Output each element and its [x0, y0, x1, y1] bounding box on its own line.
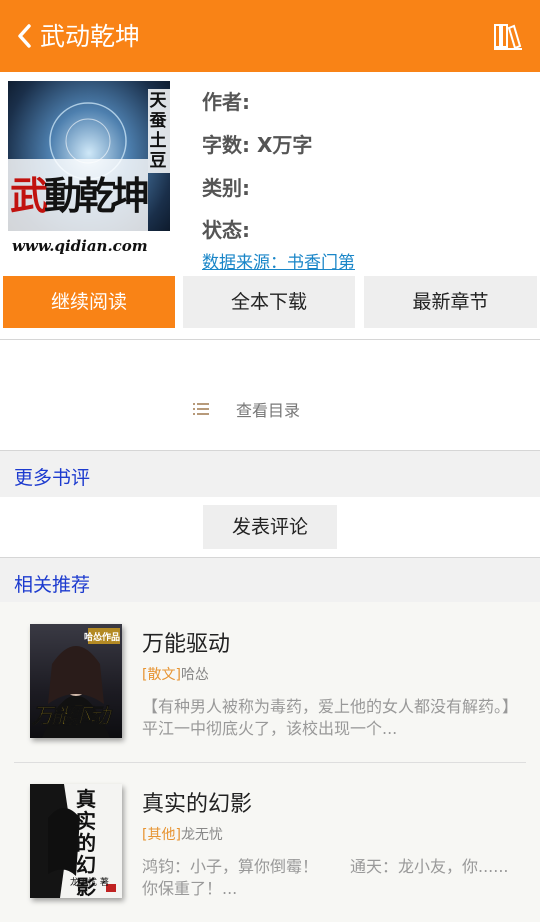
book-info: 天 蚕 土 豆 武動乾坤 www.qidian.com 作者: 字数: X万字 …: [0, 72, 540, 273]
cover-title-char: 乾: [78, 173, 116, 218]
view-toc-button[interactable]: 查看目录: [192, 398, 300, 420]
rec-description: 【有种男人被称为毒药，爱上他的女人都没有解药。】 平江一中彻底火了，该校出现一个…: [142, 697, 540, 738]
cover-author: 龙无忧 著: [70, 878, 109, 888]
list-item[interactable]: 真实的幻影 龙无忧 著 真实的幻影 [其他]龙无忧 鸿钧：小子，算你倒霉！ 通天…: [14, 764, 526, 914]
continue-reading-button[interactable]: 继续阅读: [3, 276, 175, 328]
reviews-section-header: 更多书评: [0, 451, 540, 497]
data-source-link[interactable]: 数据来源：书香门第: [202, 248, 355, 273]
cover-url: www.qidian.com: [12, 237, 148, 255]
category-label: 类别:: [202, 176, 250, 200]
rec-title: 真实的幻影: [142, 792, 253, 817]
divider: [14, 762, 526, 763]
cover-title-char: 動: [44, 173, 82, 218]
cover-title: 万能驱动: [32, 704, 111, 729]
rec-title: 万能驱动: [142, 632, 231, 657]
rec-category: [其他]: [142, 827, 181, 843]
cover-title-char: 坤: [112, 173, 150, 218]
rec-meta: [其他]龙无忧: [142, 824, 223, 844]
rec-meta: [散文]哈怂: [142, 664, 209, 684]
cover-side-text: 天: [149, 91, 167, 111]
book-cover: 天 蚕 土 豆 武動乾坤 www.qidian.com: [8, 81, 170, 261]
divider: [0, 339, 540, 340]
cover-side-text: 土: [149, 131, 167, 151]
author-label: 作者:: [202, 90, 250, 114]
list-icon: [193, 403, 209, 415]
cover-title-char: 武: [10, 173, 48, 218]
book-cover: 哈怂作品 万能驱动: [30, 624, 122, 738]
rec-author: 龙无忧: [180, 827, 223, 843]
chevron-left-icon[interactable]: [14, 18, 36, 54]
recommend-heading: 相关推荐: [14, 574, 91, 596]
rec-author: 哈怂: [180, 667, 209, 683]
bookshelf-icon[interactable]: [492, 20, 524, 52]
cover-side-text: 豆: [149, 151, 167, 171]
page-title[interactable]: 武动乾坤: [40, 20, 140, 54]
word-count: 字数: X万字: [202, 133, 313, 157]
rec-category: [散文]: [142, 667, 181, 683]
view-toc-label: 查看目录: [236, 401, 301, 420]
cover-badge: 哈怂作品: [83, 633, 120, 643]
book-cover: 真实的幻影 龙无忧 著: [30, 784, 122, 898]
download-all-button[interactable]: 全本下载: [183, 276, 355, 328]
app-header: 武动乾坤: [0, 0, 540, 72]
reviews-heading[interactable]: 更多书评: [14, 463, 90, 490]
list-item[interactable]: 哈怂作品 万能驱动 万能驱动 [散文]哈怂 【有种男人被称为毒药，爱上他的女人都…: [14, 604, 540, 754]
cover-side-text: 蚕: [149, 111, 167, 131]
recommend-section-header: 相关推荐: [0, 558, 540, 604]
post-comment-button[interactable]: 发表评论: [203, 505, 337, 549]
action-buttons: 继续阅读 全本下载 最新章节: [0, 276, 540, 328]
status-label: 状态:: [202, 218, 250, 242]
rec-description: 鸿钧：小子，算你倒霉！ 通天：龙小友，你......你保重了！...: [142, 857, 509, 898]
latest-chapter-button[interactable]: 最新章节: [364, 276, 537, 328]
